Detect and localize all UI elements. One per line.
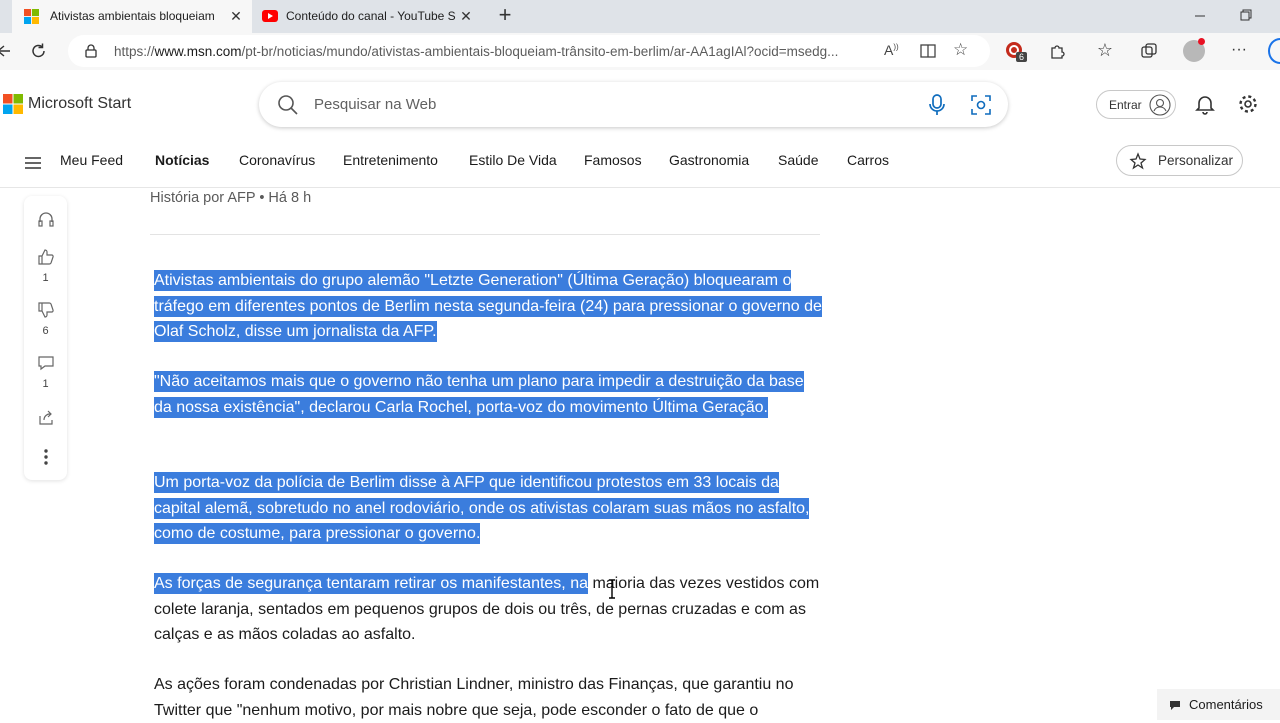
minimize-button[interactable] [1190, 8, 1210, 24]
comment-count: 1 [42, 378, 49, 390]
settings-gear-icon[interactable] [1237, 93, 1259, 115]
notifications-bell-icon[interactable] [1194, 93, 1216, 115]
comment-icon [1169, 699, 1181, 711]
comment-icon [37, 356, 55, 376]
sign-in-button[interactable]: Entrar [1096, 90, 1176, 119]
copilot-icon[interactable] [1268, 38, 1280, 64]
user-icon [1149, 94, 1171, 116]
visual-search-icon[interactable] [970, 94, 992, 116]
tab-msn-article[interactable]: Ativistas ambientais bloqueiam tr ✕ [12, 0, 252, 33]
tab-title: Ativistas ambientais bloqueiam tr [50, 9, 218, 23]
divider [150, 234, 820, 235]
nav-coronavirus[interactable]: Coronavírus [239, 152, 315, 168]
selected-text: Um porta-voz da polícia de Berlim disse … [154, 472, 810, 544]
sign-in-label: Entrar [1109, 98, 1142, 112]
browser-toolbar: https://www.msn.com/pt-br/noticias/mundo… [0, 33, 1280, 70]
refresh-icon[interactable] [28, 40, 50, 62]
like-button[interactable]: 1 [24, 248, 67, 284]
comments-label: Comentários [1189, 697, 1263, 712]
extension-badge: 6 [1016, 52, 1028, 62]
collections-icon[interactable] [1138, 40, 1160, 62]
selected-text: "Não aceitamos mais que o governo não te… [154, 371, 804, 418]
article-paragraph: Um porta-voz da polícia de Berlim disse … [154, 470, 824, 547]
address-bar[interactable]: https://www.msn.com/pt-br/noticias/mundo… [68, 35, 990, 67]
brand-name: Microsoft Start [28, 95, 132, 112]
lock-icon[interactable] [84, 44, 98, 58]
headphones-icon [37, 212, 55, 232]
nav-gastronomia[interactable]: Gastronomia [669, 152, 749, 168]
share-button[interactable] [24, 409, 67, 432]
article-paragraph: As forças de segurança tentaram retirar … [154, 571, 824, 648]
url-text[interactable]: https://www.msn.com/pt-br/noticias/mundo… [114, 44, 874, 59]
youtube-icon [262, 10, 278, 22]
immersive-reader-icon[interactable] [919, 42, 937, 60]
new-tab-button[interactable]: + [493, 4, 517, 28]
sparkle-star-icon [1129, 152, 1147, 170]
article-paragraph: Ativistas ambientais do grupo alemão "Le… [154, 268, 824, 345]
microsoft-logo-icon [3, 94, 23, 114]
dislike-button[interactable]: 6 [24, 301, 67, 337]
back-arrow-icon[interactable] [0, 40, 14, 62]
category-nav: Meu Feed Notícias Coronavírus Entretenim… [0, 140, 1280, 188]
profile-notification-dot [1198, 38, 1205, 45]
comment-button[interactable]: 1 [24, 354, 67, 390]
add-favorite-icon[interactable]: ☆ [953, 40, 968, 60]
extension-icon[interactable]: 6 [1005, 41, 1028, 62]
thumbs-up-icon [37, 249, 55, 270]
nav-famosos[interactable]: Famosos [584, 152, 642, 168]
listen-button[interactable] [24, 210, 67, 233]
profile-avatar[interactable] [1183, 38, 1205, 62]
read-aloud-icon[interactable]: A)) [884, 42, 899, 58]
nav-meu-feed[interactable]: Meu Feed [60, 152, 123, 168]
article-action-rail: 1 6 1 [24, 196, 67, 480]
hamburger-menu-icon[interactable] [24, 154, 42, 172]
close-tab-icon[interactable]: ✕ [458, 8, 474, 24]
text-cursor-icon [607, 579, 617, 599]
share-icon [37, 410, 55, 431]
selected-text: Ativistas ambientais do grupo alemão "Le… [154, 270, 822, 342]
personalize-label: Personalizar [1158, 153, 1234, 168]
nav-entretenimento[interactable]: Entretenimento [343, 152, 438, 168]
more-actions-icon[interactable] [24, 448, 67, 466]
comments-button[interactable]: Comentários [1157, 689, 1280, 720]
tab-youtube[interactable]: Conteúdo do canal - YouTube St ✕ [252, 0, 488, 33]
more-options-icon[interactable]: ··· [1228, 39, 1250, 61]
microphone-icon[interactable] [929, 94, 945, 116]
favorites-icon[interactable]: ☆ [1094, 39, 1116, 61]
msn-header: Microsoft Start Pesquisar na Web Entrar [0, 70, 1280, 140]
article-paragraph: "Não aceitamos mais que o governo não te… [154, 369, 824, 420]
nav-saude[interactable]: Saúde [778, 152, 818, 168]
extensions-puzzle-icon[interactable] [1046, 40, 1068, 62]
close-tab-icon[interactable]: ✕ [228, 8, 244, 24]
web-search-box[interactable]: Pesquisar na Web [259, 82, 1008, 127]
nav-carros[interactable]: Carros [847, 152, 889, 168]
search-input[interactable]: Pesquisar na Web [314, 96, 436, 113]
msn-icon [24, 9, 39, 24]
tab-title: Conteúdo do canal - YouTube St [286, 9, 456, 23]
thumbs-down-icon [37, 302, 55, 323]
article-byline: História por AFP • Há 8 h [150, 190, 312, 206]
search-icon [277, 94, 299, 116]
microsoft-start-logo[interactable]: Microsoft Start [3, 94, 131, 114]
article-paragraph: As ações foram condenadas por Christian … [154, 672, 824, 723]
dislike-count: 6 [42, 325, 49, 337]
unselected-text: As ações foram condenadas por Christian … [154, 676, 794, 719]
like-count: 1 [42, 272, 49, 284]
personalize-button[interactable]: Personalizar [1116, 145, 1243, 176]
restore-button[interactable] [1236, 8, 1256, 24]
tab-strip: Ativistas ambientais bloqueiam tr ✕ Cont… [0, 0, 1280, 33]
nav-noticias[interactable]: Notícias [155, 152, 209, 168]
selected-text: As forças de segurança tentaram retirar … [154, 573, 588, 594]
nav-estilo-de-vida[interactable]: Estilo De Vida [469, 152, 557, 168]
